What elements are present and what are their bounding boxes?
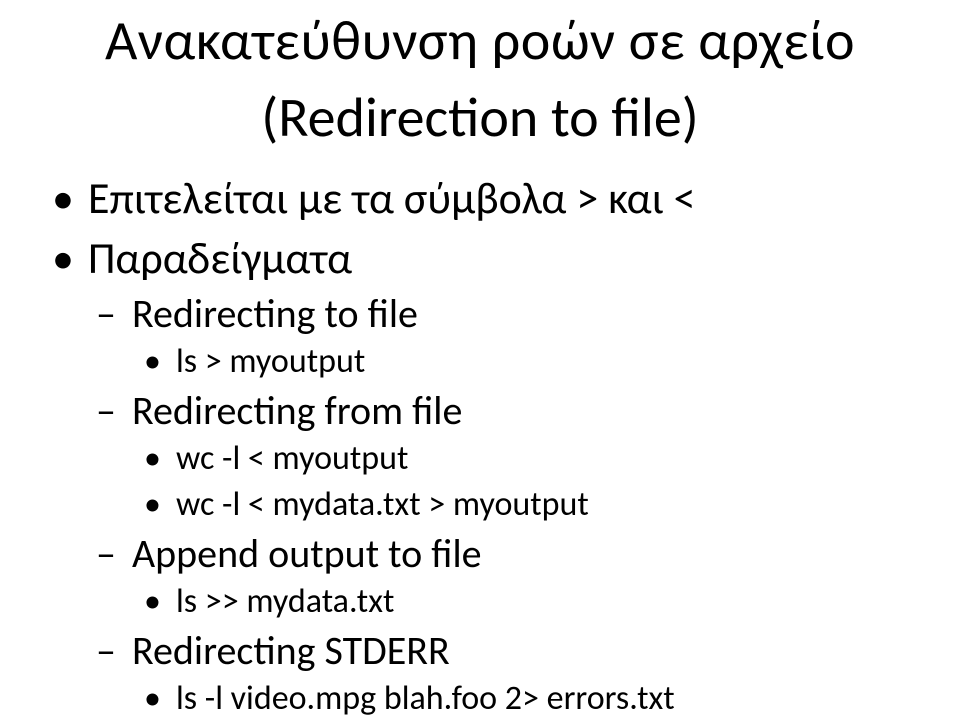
list-item: ls -l video.mpg blah.foo 2> errors.txt xyxy=(176,677,920,721)
list-item: Παραδείγματα Redirecting to file ls > my… xyxy=(88,230,920,721)
list-item-text: Append output to file xyxy=(132,529,482,578)
list-item-text: wc -l < myoutput xyxy=(176,438,408,479)
list-item-text: ls -l video.mpg blah.foo 2> errors.txt xyxy=(176,678,675,719)
list-item: ls > myoutput xyxy=(176,340,920,384)
slide: Ανακατεύθυνση ροών σε αρχείο (Redirectio… xyxy=(0,0,960,705)
list-item: Επιτελείται με τα σύμβολα > και < xyxy=(88,170,920,227)
sub-sub-list: ls >> mydata.txt xyxy=(132,580,920,624)
list-item-text: Redirecting from file xyxy=(132,386,462,435)
list-item: wc -l < myoutput xyxy=(176,437,920,481)
sub-list: Redirecting to file ls > myoutput Redire… xyxy=(88,288,920,721)
list-item-text: Επιτελείται με τα σύμβολα > και < xyxy=(88,171,696,225)
slide-title: Ανακατεύθυνση ροών σε αρχείο xyxy=(40,8,920,75)
list-item: Redirecting STDERR ls -l video.mpg blah.… xyxy=(132,625,920,721)
list-item-text: Redirecting STDERR xyxy=(132,626,450,675)
list-item-text: ls > myoutput xyxy=(176,341,365,382)
list-item: Redirecting to file ls > myoutput xyxy=(132,288,920,384)
list-item: ls >> mydata.txt xyxy=(176,580,920,624)
list-item-text: ls >> mydata.txt xyxy=(176,581,394,622)
sub-sub-list: wc -l < myoutput wc -l < mydata.txt > my… xyxy=(132,437,920,526)
list-item-text: Παραδείγματα xyxy=(88,231,352,285)
list-item: Append output to file ls >> mydata.txt xyxy=(132,528,920,624)
sub-sub-list: ls -l video.mpg blah.foo 2> errors.txt xyxy=(132,677,920,721)
list-item: Redirecting from file wc -l < myoutput w… xyxy=(132,385,920,527)
list-item-text: wc -l < mydata.txt > myoutput xyxy=(176,484,589,525)
list-item: wc -l < mydata.txt > myoutput xyxy=(176,483,920,527)
slide-subtitle: (Redirection to file) xyxy=(40,85,920,152)
sub-sub-list: ls > myoutput xyxy=(132,340,920,384)
list-item-text: Redirecting to file xyxy=(132,289,418,338)
bullet-list: Επιτελείται με τα σύμβολα > και < Παραδε… xyxy=(40,170,920,721)
